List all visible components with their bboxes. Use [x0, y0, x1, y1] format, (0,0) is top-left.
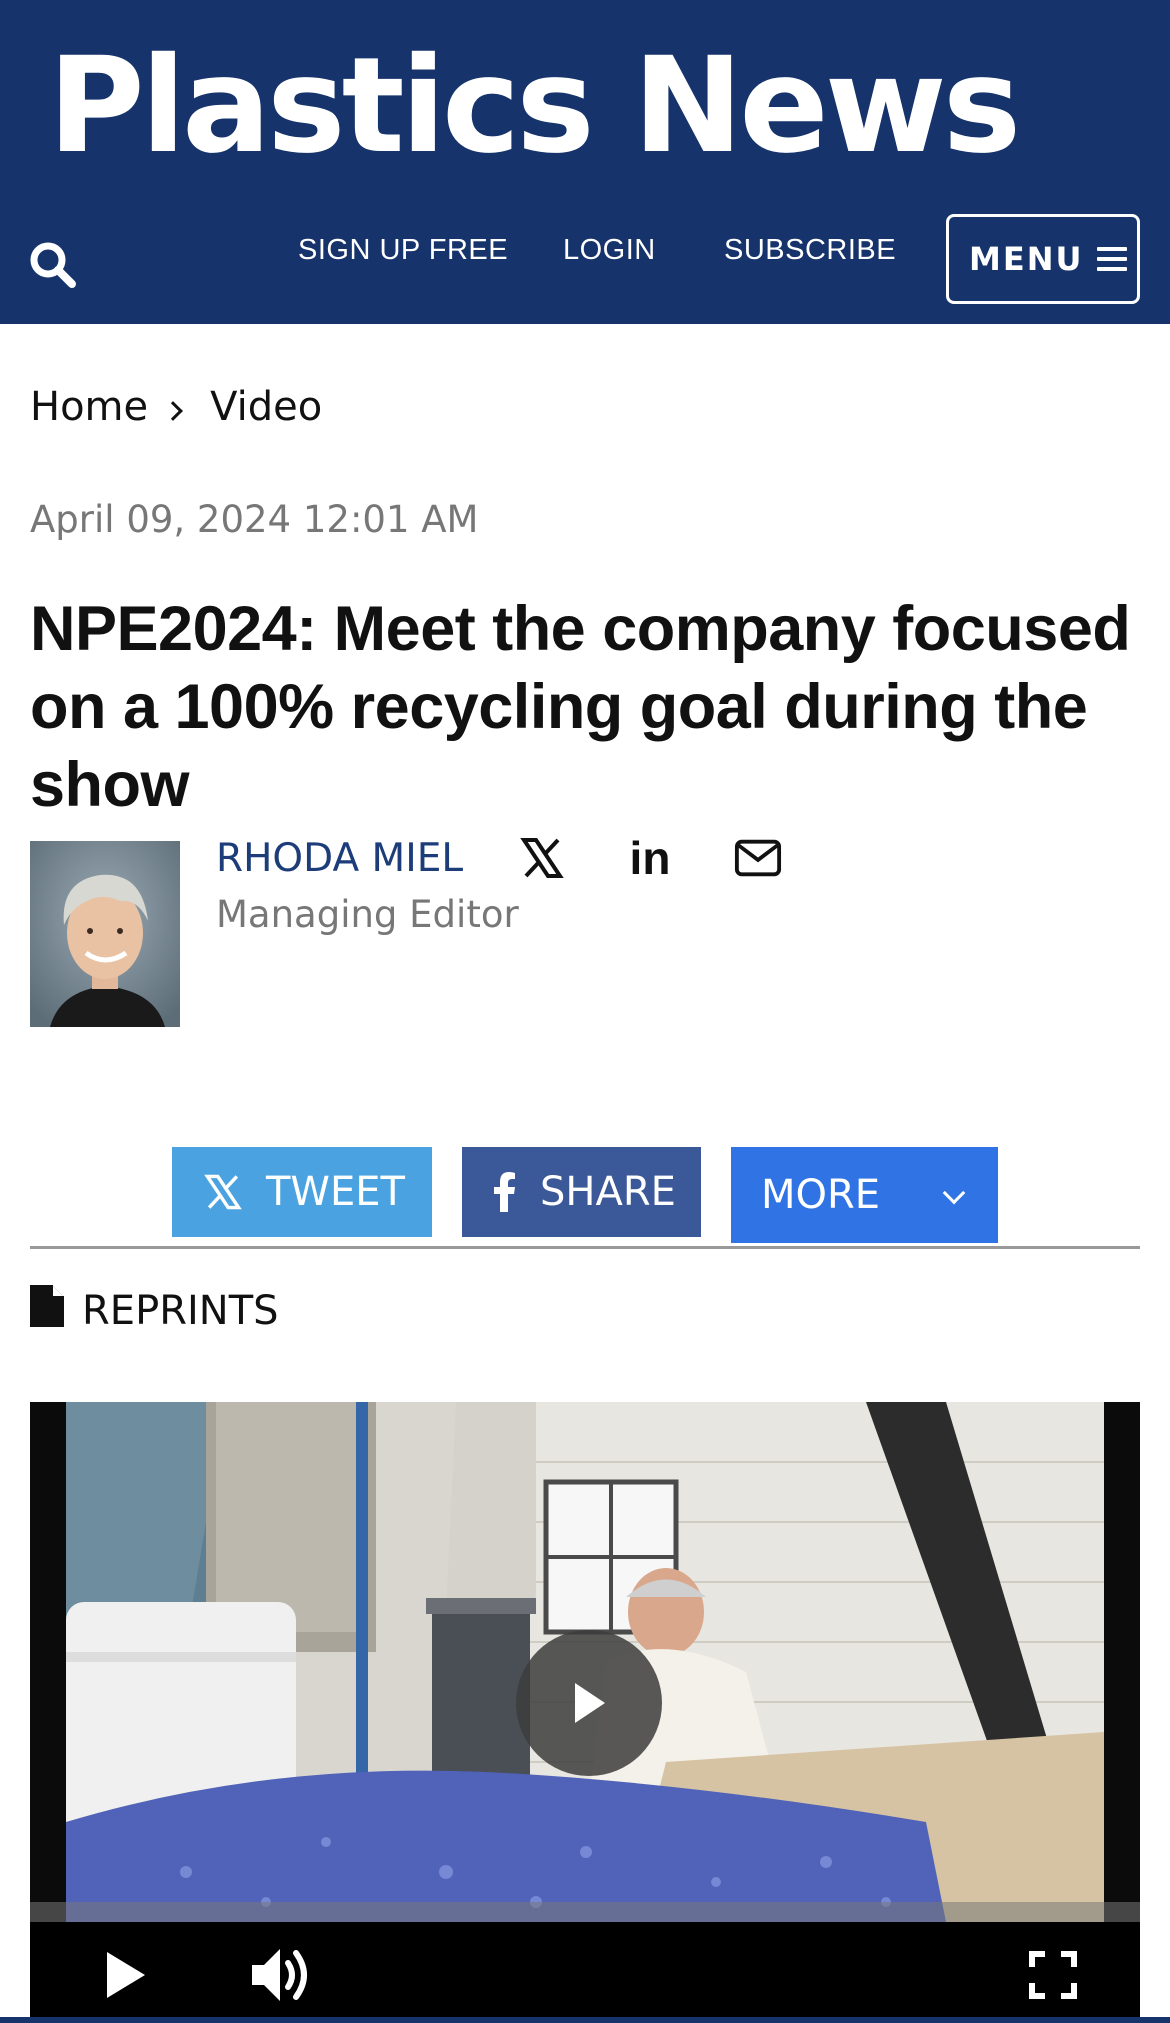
menu-label: MENU — [969, 240, 1084, 278]
play-icon — [107, 1952, 145, 1998]
x-icon — [520, 838, 564, 878]
email-icon — [734, 839, 782, 877]
menu-button[interactable]: MENU — [946, 214, 1140, 304]
more-label: MORE — [761, 1172, 881, 1218]
subscribe-link[interactable]: SUBSCRIBE — [724, 234, 896, 267]
play-icon — [575, 1683, 605, 1723]
facebook-share-button[interactable]: SHARE — [462, 1147, 701, 1237]
video-progress-bar[interactable] — [30, 1902, 1140, 1922]
more-share-button[interactable]: MORE — [731, 1147, 998, 1243]
document-icon — [30, 1285, 64, 1337]
search-button[interactable] — [26, 238, 82, 294]
reprints-link[interactable]: REPRINTS — [30, 1285, 279, 1337]
author-x-link[interactable] — [518, 834, 566, 882]
reprints-label: REPRINTS — [82, 1288, 279, 1334]
breadcrumb-video[interactable]: Video — [210, 384, 322, 430]
fullscreen-icon — [1029, 1951, 1077, 1999]
video-fullscreen-button[interactable] — [1020, 1942, 1086, 2008]
site-logo[interactable]: Plastics News — [48, 40, 1021, 172]
search-icon — [30, 242, 76, 288]
breadcrumb-home[interactable]: Home — [30, 384, 148, 430]
hamburger-icon — [1097, 247, 1128, 271]
linkedin-icon: in — [629, 832, 671, 884]
tweet-label: TWEET — [266, 1169, 405, 1215]
article-headline: NPE2024: Meet the company focused on a 1… — [30, 594, 1131, 820]
page-bottom-edge — [0, 2017, 1170, 2023]
video-player[interactable] — [30, 1402, 1140, 2023]
author-title: Managing Editor — [216, 893, 519, 936]
author-linkedin-link[interactable]: in — [626, 832, 674, 884]
chevron-right-icon — [163, 401, 184, 421]
video-volume-button[interactable] — [248, 1942, 314, 2008]
x-icon — [204, 1173, 242, 1211]
site-header: Plastics News SIGN UP FREE LOGIN SUBSCRI… — [0, 0, 1170, 324]
divider — [30, 1246, 1140, 1249]
sign-up-free-link[interactable]: SIGN UP FREE — [298, 234, 508, 267]
volume-icon — [252, 1949, 307, 2001]
login-link[interactable]: LOGIN — [563, 234, 656, 267]
share-label: SHARE — [540, 1169, 676, 1215]
breadcrumb: Home Video — [30, 384, 322, 430]
tweet-button[interactable]: TWEET — [172, 1147, 432, 1237]
author-email-link[interactable] — [734, 834, 782, 882]
article-date: April 09, 2024 12:01 AM — [30, 498, 479, 541]
video-play-button[interactable] — [92, 1942, 158, 2008]
chevron-down-icon — [942, 1181, 966, 1205]
author-photo[interactable] — [30, 841, 180, 1027]
facebook-icon — [492, 1172, 516, 1212]
video-controls — [30, 1922, 1140, 2023]
video-play-overlay[interactable] — [516, 1630, 662, 1776]
author-name[interactable]: RHODA MIEL — [216, 836, 463, 881]
